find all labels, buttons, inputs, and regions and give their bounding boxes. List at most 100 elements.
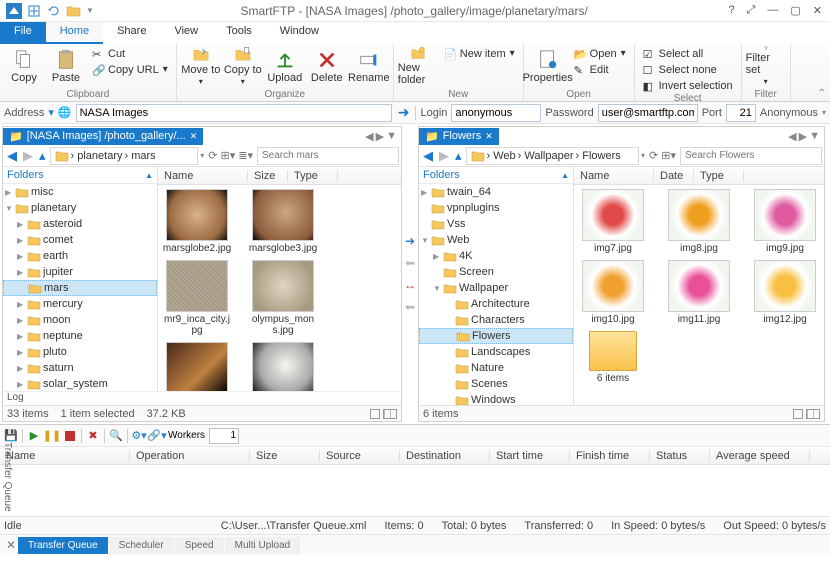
copy-button[interactable]: Copy [4,46,44,86]
up-icon[interactable]: ▴ [453,148,464,164]
view-details-icon[interactable] [370,409,380,419]
tree-node[interactable]: Flowers [419,328,573,344]
column-header[interactable]: Name [158,170,248,182]
column-header[interactable]: Type [288,170,338,182]
close-icon[interactable]: ✕ [813,4,822,17]
column-header[interactable]: Type [694,170,744,182]
crumb-segment[interactable]: › Flowers [576,150,621,162]
left-pane-tab[interactable]: 📁[NASA Images] /photo_gallery/...✕ [3,128,203,145]
dropdown-icon[interactable]: ▼ [809,130,820,143]
column-headers[interactable]: NameDateType [574,167,824,185]
bottom-tab[interactable]: Multi Upload [225,537,301,554]
column-header[interactable]: Size [250,450,320,462]
paste-button[interactable]: Paste [46,46,86,86]
sync-right-icon[interactable]: ➜ [405,234,415,248]
tab-tools[interactable]: Tools [212,22,266,44]
sync-stop-icon[interactable]: ⬅ [405,300,415,314]
copy-url-button[interactable]: 🔗Copy URL ▾ [88,62,172,77]
tree-node[interactable]: ▶mercury [3,296,157,312]
view-thumbnails-icon[interactable] [806,409,820,419]
rename-button[interactable]: Rename [349,46,389,86]
play-icon[interactable]: ▶ [27,429,41,443]
tab-file[interactable]: File [0,22,46,44]
thumbnail[interactable]: img10.jpg [578,260,648,325]
sync-both-icon[interactable]: ↔ [404,278,416,292]
tree-node[interactable]: ▶neptune [3,328,157,344]
refresh-icon[interactable]: ⟳ [208,149,217,162]
remove-icon[interactable]: ✖ [86,429,100,443]
column-header[interactable]: Size [248,170,288,182]
column-header[interactable]: Name [574,170,654,182]
tree-node[interactable]: ▶asteroid [3,216,157,232]
save-icon[interactable]: 💾 [4,429,18,443]
tree-node[interactable]: ▶moon [3,312,157,328]
breadcrumb[interactable]: › planetary› mars [50,147,199,165]
properties-button[interactable]: Properties [528,46,568,86]
tree-node[interactable]: ▼Wallpaper [419,280,573,296]
folders-header[interactable]: Folders▲ [419,167,573,184]
tree-node[interactable]: ▶saturn [3,360,157,376]
tree-node[interactable]: Screen [419,264,573,280]
tab-share[interactable]: Share [103,22,160,44]
tree-node[interactable]: vpnplugins [419,200,573,216]
edit-button[interactable]: ✎Edit [570,62,630,77]
tree-node[interactable]: Landscapes [419,344,573,360]
open-folder-icon[interactable] [66,3,82,19]
search-input[interactable] [680,147,822,165]
tree-node[interactable]: ▼planetary [3,200,157,216]
search-icon[interactable]: 🔍 [109,429,123,443]
column-header[interactable]: Source [320,450,400,462]
settings-icon[interactable]: ⚙▾ [132,429,146,443]
move-to-button[interactable]: Move to▾ [181,46,221,86]
tree-node[interactable]: Scenes [419,376,573,392]
delete-button[interactable]: Delete [307,46,347,86]
column-header[interactable]: Operation [130,450,250,462]
select-none-button[interactable]: ☐Select none [639,62,737,77]
tree-node[interactable]: Nature [419,360,573,376]
log-label[interactable]: Log [3,391,401,405]
view-thumbnails-icon[interactable] [383,409,397,419]
thumbnail[interactable] [248,342,318,391]
thumbnail[interactable]: olympus_mons.jpg [248,260,318,336]
minimize-icon[interactable]: — [767,4,778,17]
fullscreen-icon[interactable]: ⤢ [747,4,756,17]
new-item-button[interactable]: 📄New item ▾ [440,46,519,61]
qat-dropdown-icon[interactable]: ▼ [86,6,94,15]
pause-icon[interactable]: ❚❚ [45,429,59,443]
bottom-tab[interactable]: Transfer Queue [18,537,108,554]
thumbnail[interactable]: marsglobe3.jpg [248,189,318,254]
thumbnail[interactable]: mr9_inca_city.jpg [162,260,232,336]
refresh-icon[interactable]: ⟳ [649,149,658,162]
mode-label[interactable]: Anonymous [760,107,818,119]
cut-button[interactable]: ✂Cut [88,46,172,61]
tq-table[interactable]: NameOperationSizeSourceDestinationStart … [0,447,830,517]
crumb-segment[interactable]: › Wallpaper [518,150,574,162]
thumbnails[interactable]: marsglobe2.jpgmarsglobe3.jpgmr9_inca_cit… [158,185,401,391]
nav-left-icon[interactable]: ◀ [365,130,373,143]
column-header[interactable]: Start time [490,450,570,462]
crumb-segment[interactable]: › planetary [71,150,123,162]
tree-node[interactable]: mars [3,280,157,296]
filter-set-button[interactable]: Filter set▾ [746,46,786,86]
forward-icon[interactable]: ▶ [21,148,35,164]
address-input[interactable] [76,104,392,122]
column-header[interactable]: Name [0,450,130,462]
tree-node[interactable]: Windows [419,392,573,405]
thumbnails[interactable]: img7.jpgimg8.jpgimg9.jpgimg10.jpgimg11.j… [574,185,824,405]
column-header[interactable]: Finish time [570,450,650,462]
nav-right-icon[interactable]: ▶ [376,130,384,143]
workers-input[interactable] [209,428,239,444]
crumb-segment[interactable]: › mars [125,150,156,162]
tree-node[interactable]: Vss [419,216,573,232]
folders-header[interactable]: Folders▲ [3,167,157,184]
tree-node[interactable]: ▶misc [3,184,157,200]
tree-node[interactable]: ▶twain_64 [419,184,573,200]
thumbnail[interactable]: img12.jpg [750,260,820,325]
ribbon-collapse-icon[interactable]: ⌃ [818,88,826,99]
tree-node[interactable]: ▶comet [3,232,157,248]
thumbnail[interactable]: img11.jpg [664,260,734,325]
copy-to-button[interactable]: Copy to▾ [223,46,263,86]
close-tab-icon[interactable]: ✕ [190,131,198,142]
right-pane-tab[interactable]: 📁Flowers✕ [419,128,499,145]
port-input[interactable] [726,104,756,122]
